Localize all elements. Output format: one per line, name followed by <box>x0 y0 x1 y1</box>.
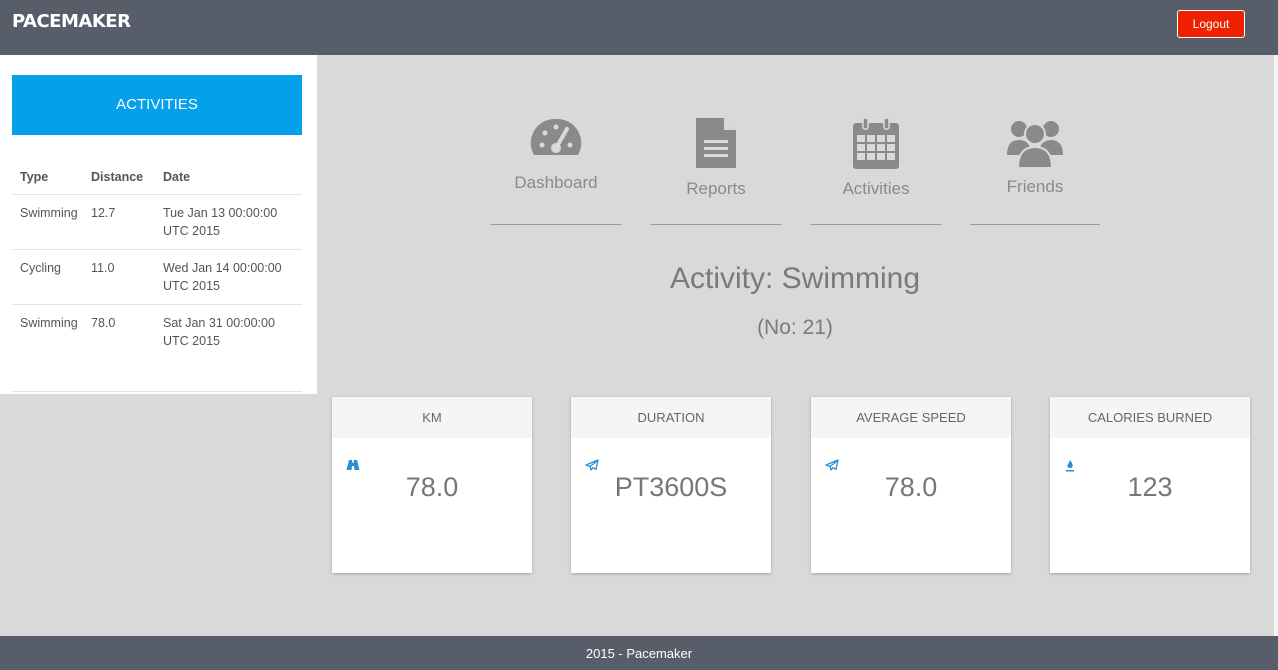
scrollbar-track[interactable] <box>1274 55 1278 636</box>
footer: 2015 - Pacemaker <box>0 636 1278 670</box>
stat-card-label: CALORIES BURNED <box>1050 397 1250 438</box>
stat-card-average-speed: AVERAGE SPEED 78.0 <box>811 397 1011 573</box>
nav-label-activities: Activities <box>842 179 910 198</box>
table-row[interactable]: Swimming 12.7 Tue Jan 13 00:00:00 UTC 20… <box>12 194 302 250</box>
sidebar-activities-header[interactable]: ACTIVITIES <box>12 75 302 135</box>
document-icon <box>696 118 736 168</box>
nav-friends[interactable]: Friends <box>970 115 1100 225</box>
stat-card-km: KM 78.0 <box>332 397 532 573</box>
column-header-type: Type <box>12 161 91 195</box>
cell-type: Swimming <box>12 304 91 392</box>
nav-reports[interactable]: Reports <box>651 115 781 225</box>
cell-date: Tue Jan 13 00:00:00 UTC 2015 <box>163 194 302 250</box>
activity-number: (No: 21) <box>757 316 833 339</box>
stat-card-duration: DURATION PT3600S <box>571 397 771 573</box>
users-group-icon <box>1007 121 1063 169</box>
stat-card-label: KM <box>332 397 532 438</box>
nav-underline <box>651 224 781 225</box>
top-navbar: PACEMAKER Logout <box>0 0 1278 55</box>
nav-label-dashboard: Dashboard <box>514 173 598 192</box>
stat-card-calories-burned: CALORIES BURNED 123 <box>1050 397 1250 573</box>
footer-text: 2015 - Pacemaker <box>585 646 693 661</box>
stat-card-label: AVERAGE SPEED <box>811 397 1011 438</box>
stat-card-value: PT3600S <box>614 472 728 502</box>
activities-table: Type Distance Date Swimming 12.7 Tue Jan… <box>12 161 302 392</box>
cell-distance: 78.0 <box>91 304 163 392</box>
table-row[interactable]: Cycling 11.0 Wed Jan 14 00:00:00 UTC 201… <box>12 249 302 305</box>
nav-underline <box>491 224 621 225</box>
cell-date: Sat Jan 31 00:00:00 UTC 2015 <box>163 304 302 392</box>
nav-activities[interactable]: Activities <box>811 115 941 225</box>
stat-card-value: 78.0 <box>405 472 459 502</box>
nav-underline <box>970 224 1100 225</box>
nav-label-reports: Reports <box>686 179 746 198</box>
cell-distance: 11.0 <box>91 249 163 305</box>
paper-plane-icon <box>585 459 599 471</box>
stat-card-value: 78.0 <box>884 472 938 502</box>
cell-distance: 12.7 <box>91 194 163 250</box>
dashboard-gauge-icon <box>530 118 582 155</box>
table-row[interactable]: Swimming 78.0 Sat Jan 31 00:00:00 UTC 20… <box>12 304 302 392</box>
column-header-date: Date <box>163 161 302 195</box>
road-icon <box>346 460 360 470</box>
nav-label-friends: Friends <box>1006 177 1064 196</box>
logout-button[interactable]: Logout <box>1177 10 1245 38</box>
brand-logo[interactable]: PACEMAKER <box>12 11 131 32</box>
cell-date: Wed Jan 14 00:00:00 UTC 2015 <box>163 249 302 305</box>
paper-plane-icon <box>825 459 839 471</box>
nav-underline <box>811 224 941 225</box>
stat-card-label: DURATION <box>571 397 771 438</box>
activities-sidebar: ACTIVITIES Type Distance Date Swimming 1… <box>0 55 317 394</box>
activity-title: Activity: Swimming <box>669 262 921 295</box>
calendar-icon <box>853 117 899 169</box>
cell-type: Cycling <box>12 249 91 305</box>
column-header-distance: Distance <box>91 161 163 195</box>
cell-type: Swimming <box>12 194 91 250</box>
nav-dashboard[interactable]: Dashboard <box>491 115 621 225</box>
fire-icon <box>1066 460 1074 472</box>
stat-card-value: 123 <box>1127 472 1173 502</box>
table-header-row: Type Distance Date <box>12 161 302 195</box>
